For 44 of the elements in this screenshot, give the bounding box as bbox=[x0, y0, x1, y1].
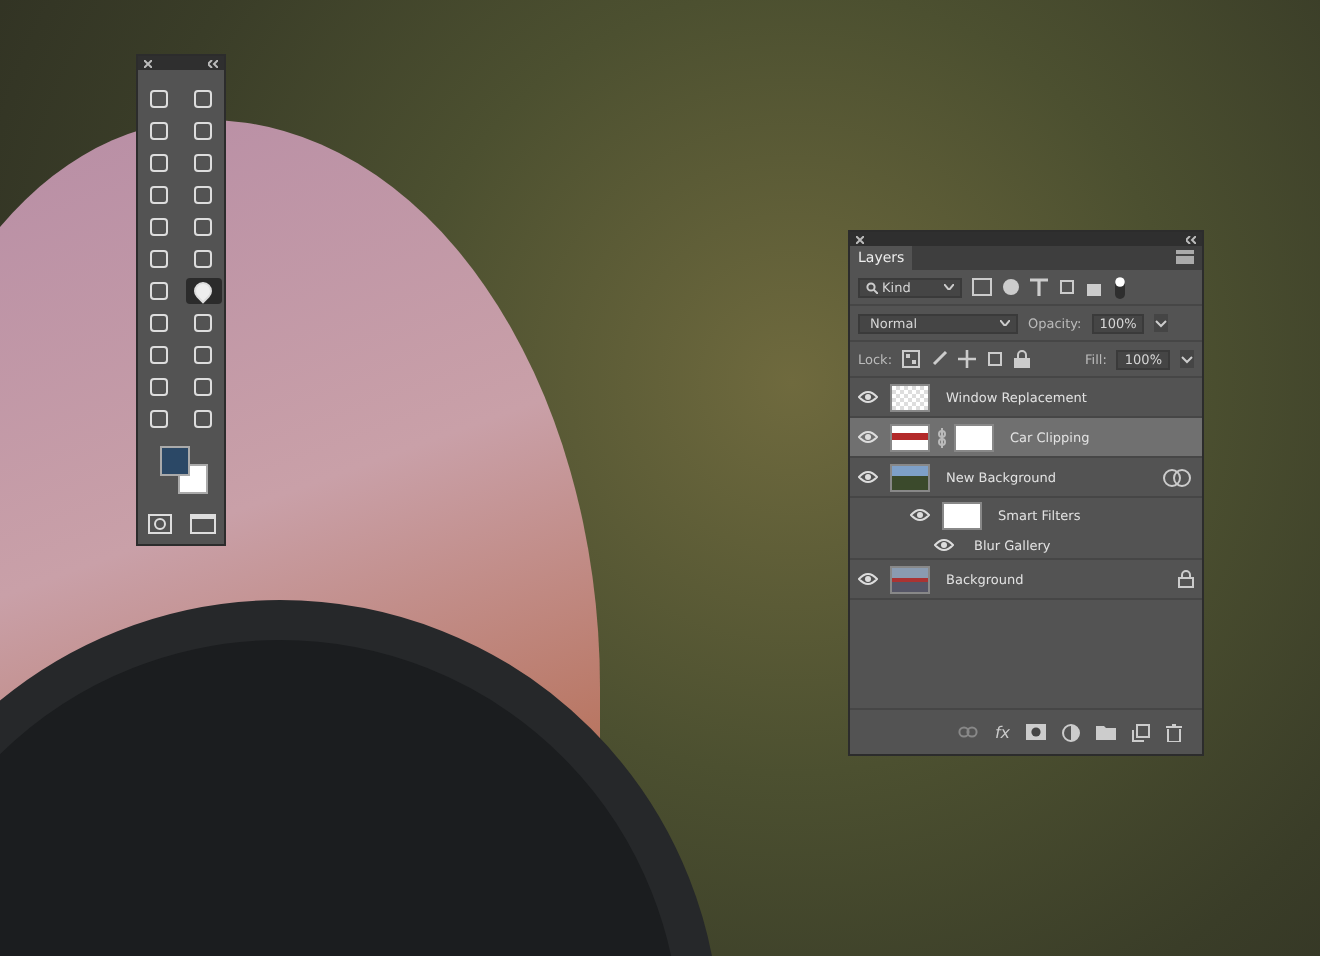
image-filter-icon[interactable] bbox=[972, 278, 992, 296]
folder-icon[interactable] bbox=[1096, 724, 1116, 740]
trash-icon[interactable] bbox=[1166, 723, 1182, 741]
new-layer-icon[interactable] bbox=[1132, 723, 1150, 741]
drop-icon[interactable] bbox=[185, 278, 221, 304]
artboard-icon[interactable] bbox=[986, 350, 1005, 368]
layer-style-button[interactable]: fx bbox=[994, 723, 1010, 741]
lock-icon[interactable] bbox=[1014, 350, 1031, 368]
eye-icon[interactable] bbox=[858, 470, 878, 484]
eye-icon[interactable] bbox=[858, 430, 878, 444]
filter-toggle-icon[interactable] bbox=[1114, 275, 1126, 299]
adjustment-icon[interactable] bbox=[1062, 723, 1080, 741]
collapse-icon[interactable] bbox=[1186, 235, 1196, 243]
close-icon[interactable] bbox=[144, 59, 152, 67]
collapse-icon[interactable] bbox=[208, 59, 218, 67]
lock-pixels-icon[interactable] bbox=[902, 350, 921, 368]
menu-icon[interactable] bbox=[1176, 250, 1194, 264]
caret-icon[interactable] bbox=[1154, 314, 1169, 332]
smart-object-filter-icon[interactable] bbox=[1086, 278, 1104, 296]
layer-thumbnail bbox=[890, 423, 930, 451]
search-icon bbox=[866, 281, 878, 293]
adjustment-filter-icon[interactable] bbox=[1002, 278, 1020, 296]
eye-icon[interactable] bbox=[934, 538, 954, 552]
filter-mask-thumbnail bbox=[942, 501, 982, 529]
layer-thumbnail bbox=[890, 383, 930, 411]
close-icon[interactable] bbox=[856, 235, 864, 243]
caret-icon bbox=[1000, 320, 1010, 326]
eye-icon[interactable] bbox=[858, 390, 878, 404]
lock-icon bbox=[1178, 570, 1194, 588]
eye-icon[interactable] bbox=[858, 572, 878, 586]
smart-filter-icon bbox=[1162, 467, 1194, 487]
layer-thumbnail bbox=[890, 463, 930, 491]
eye-icon[interactable] bbox=[910, 508, 930, 522]
type-filter-icon[interactable] bbox=[1030, 278, 1048, 296]
caret-icon bbox=[944, 284, 954, 290]
quick-mask-icon[interactable] bbox=[147, 514, 171, 534]
caret-icon[interactable] bbox=[1180, 350, 1194, 368]
mask-icon[interactable] bbox=[1026, 724, 1046, 740]
link-icon bbox=[938, 427, 946, 447]
mask-thumbnail bbox=[954, 423, 994, 451]
screen-mode-icon[interactable] bbox=[189, 514, 215, 534]
shape-filter-icon[interactable] bbox=[1058, 278, 1076, 296]
layer-thumbnail bbox=[890, 565, 930, 593]
foreground-swatch[interactable] bbox=[160, 446, 190, 476]
